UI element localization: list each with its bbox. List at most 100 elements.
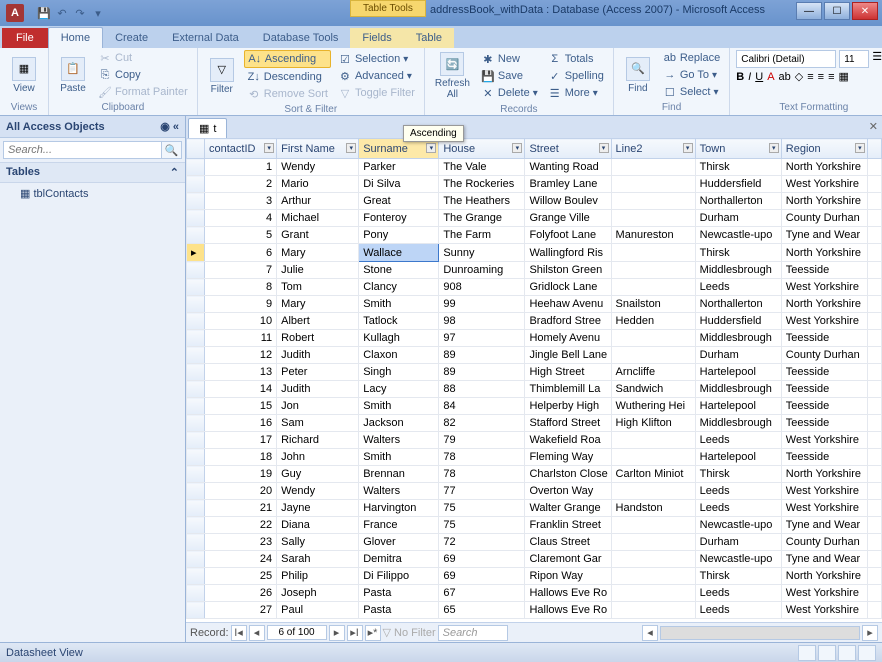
row-selector[interactable] bbox=[187, 602, 205, 619]
collapse-icon[interactable]: ⌃ bbox=[170, 166, 179, 179]
cell[interactable]: Great bbox=[359, 193, 439, 210]
cell[interactable]: Folyfoot Lane bbox=[525, 227, 611, 244]
cell[interactable]: Diana bbox=[277, 517, 359, 534]
cell[interactable]: Middlesbrough bbox=[695, 415, 781, 432]
cell[interactable]: Pasta bbox=[359, 585, 439, 602]
cell[interactable]: Teesside bbox=[781, 415, 867, 432]
row-selector[interactable] bbox=[187, 585, 205, 602]
gridlines-icon[interactable]: ▦ bbox=[839, 70, 849, 83]
italic-button[interactable]: I bbox=[748, 71, 751, 83]
tab-home[interactable]: Home bbox=[48, 27, 103, 48]
cell[interactable]: Newcastle-upo bbox=[695, 517, 781, 534]
row-selector[interactable] bbox=[187, 347, 205, 364]
cell[interactable] bbox=[611, 279, 695, 296]
cell[interactable]: Sunny bbox=[439, 244, 525, 262]
cell[interactable]: Parker bbox=[359, 159, 439, 176]
row-selector[interactable] bbox=[187, 210, 205, 227]
cell[interactable]: 98 bbox=[439, 313, 525, 330]
cell[interactable]: Thirsk bbox=[695, 159, 781, 176]
cell[interactable]: 79 bbox=[439, 432, 525, 449]
cell[interactable]: 89 bbox=[439, 364, 525, 381]
cell[interactable]: County Durhan bbox=[781, 347, 867, 364]
navpane-header[interactable]: All Access Objects ◉ « bbox=[0, 116, 185, 138]
cell[interactable]: 77 bbox=[439, 483, 525, 500]
cell[interactable]: Smith bbox=[359, 296, 439, 313]
cell[interactable]: Hallows Eve Ro bbox=[525, 602, 611, 619]
recnav-new-button[interactable]: ▸* bbox=[365, 625, 381, 641]
cell[interactable]: 69 bbox=[439, 568, 525, 585]
fill-icon[interactable]: ◇ bbox=[795, 70, 803, 83]
cell[interactable]: Claxon bbox=[359, 347, 439, 364]
cell[interactable]: Singh bbox=[359, 364, 439, 381]
cell[interactable]: Demitra bbox=[359, 551, 439, 568]
cell[interactable] bbox=[611, 534, 695, 551]
cell[interactable] bbox=[611, 330, 695, 347]
cell[interactable]: 88 bbox=[439, 381, 525, 398]
cell[interactable]: Tyne and Wear bbox=[781, 551, 867, 568]
cell[interactable]: 23 bbox=[205, 534, 277, 551]
find-button[interactable]: 🔍 Find bbox=[620, 50, 656, 100]
cell[interactable]: High Klifton bbox=[611, 415, 695, 432]
cell[interactable]: North Yorkshire bbox=[781, 466, 867, 483]
cell[interactable]: Bradford Stree bbox=[525, 313, 611, 330]
cell[interactable]: Walters bbox=[359, 432, 439, 449]
cell[interactable]: 12 bbox=[205, 347, 277, 364]
column-dropdown-icon[interactable]: ▾ bbox=[426, 143, 436, 153]
hscroll-right-icon[interactable]: ▸ bbox=[862, 625, 878, 641]
cell[interactable]: Leeds bbox=[695, 432, 781, 449]
cell[interactable]: Bramley Lane bbox=[525, 176, 611, 193]
navpane-search-input[interactable] bbox=[3, 141, 162, 159]
row-selector[interactable]: ▸ bbox=[187, 244, 205, 262]
cell[interactable]: North Yorkshire bbox=[781, 296, 867, 313]
cell[interactable]: County Durhan bbox=[781, 534, 867, 551]
cell[interactable]: Di Silva bbox=[359, 176, 439, 193]
cell[interactable]: Heehaw Avenu bbox=[525, 296, 611, 313]
column-dropdown-icon[interactable]: ▾ bbox=[512, 143, 522, 153]
row-selector[interactable] bbox=[187, 296, 205, 313]
cell[interactable]: Claus Street bbox=[525, 534, 611, 551]
cell[interactable]: Newcastle-upo bbox=[695, 551, 781, 568]
row-selector[interactable] bbox=[187, 330, 205, 347]
cell[interactable]: North Yorkshire bbox=[781, 193, 867, 210]
descending-button[interactable]: Z↓Descending bbox=[244, 69, 331, 85]
cell[interactable]: 2 bbox=[205, 176, 277, 193]
row-selector[interactable] bbox=[187, 313, 205, 330]
cell[interactable]: 89 bbox=[439, 347, 525, 364]
cell[interactable]: Franklin Street bbox=[525, 517, 611, 534]
replace-button[interactable]: abReplace bbox=[660, 50, 723, 66]
row-selector[interactable] bbox=[187, 517, 205, 534]
cell[interactable]: Dunroaming bbox=[439, 262, 525, 279]
cell[interactable]: 7 bbox=[205, 262, 277, 279]
cell[interactable]: 22 bbox=[205, 517, 277, 534]
cell[interactable]: Tyne and Wear bbox=[781, 517, 867, 534]
cell[interactable]: West Yorkshire bbox=[781, 602, 867, 619]
cell[interactable]: Glover bbox=[359, 534, 439, 551]
cell[interactable]: 19 bbox=[205, 466, 277, 483]
undo-icon[interactable]: ↶ bbox=[54, 5, 70, 21]
cell[interactable]: Northallerton bbox=[695, 296, 781, 313]
cell[interactable]: Kullagh bbox=[359, 330, 439, 347]
row-selector[interactable] bbox=[187, 449, 205, 466]
recnav-last-button[interactable]: ▸I bbox=[347, 625, 363, 641]
chevron-left-icon[interactable]: ◉ « bbox=[160, 120, 179, 133]
cell[interactable]: 26 bbox=[205, 585, 277, 602]
qat-dropdown-icon[interactable]: ▾ bbox=[90, 5, 106, 21]
cell[interactable]: Stafford Street bbox=[525, 415, 611, 432]
cell[interactable]: 18 bbox=[205, 449, 277, 466]
cell[interactable] bbox=[611, 432, 695, 449]
cell[interactable]: Harvington bbox=[359, 500, 439, 517]
cell[interactable]: 65 bbox=[439, 602, 525, 619]
cell[interactable]: Philip bbox=[277, 568, 359, 585]
cell[interactable]: Albert bbox=[277, 313, 359, 330]
cell[interactable]: 67 bbox=[439, 585, 525, 602]
cell[interactable]: The Grange bbox=[439, 210, 525, 227]
cell[interactable]: 15 bbox=[205, 398, 277, 415]
cell[interactable]: 5 bbox=[205, 227, 277, 244]
cell[interactable] bbox=[611, 483, 695, 500]
cell[interactable]: Manureston bbox=[611, 227, 695, 244]
new-button[interactable]: ✱New bbox=[478, 51, 541, 67]
cell[interactable]: 82 bbox=[439, 415, 525, 432]
bold-button[interactable]: B bbox=[736, 71, 744, 83]
cell[interactable]: West Yorkshire bbox=[781, 500, 867, 517]
row-selector[interactable] bbox=[187, 193, 205, 210]
